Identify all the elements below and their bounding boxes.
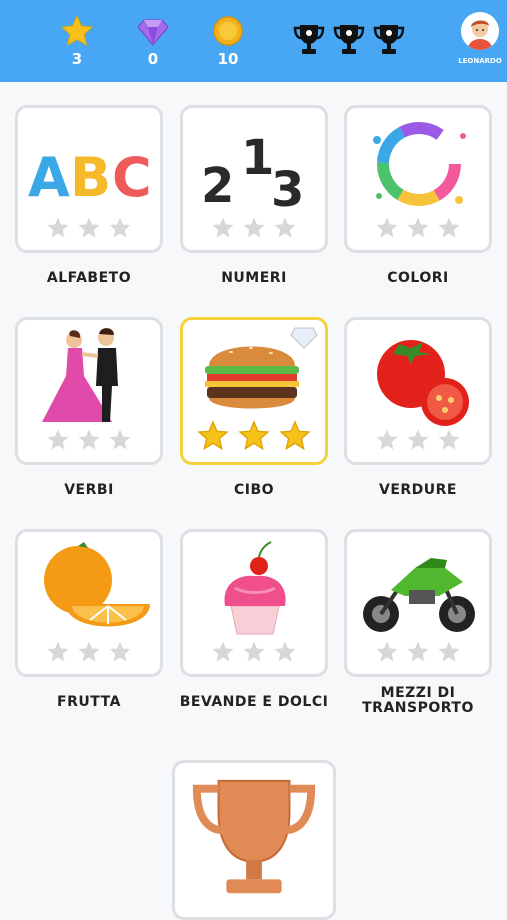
star-empty-icon [438, 641, 460, 662]
star-empty-icon [274, 641, 296, 662]
card-bevande-e-dolci[interactable] [180, 529, 328, 677]
label-numeri: NUMERI [221, 270, 287, 286]
label-verdure: VERDURE [378, 482, 457, 498]
star-filled-icon [279, 420, 311, 451]
star-filled-icon [238, 420, 270, 451]
trophy-gold-icon [293, 25, 325, 54]
card-cibo[interactable] [180, 317, 328, 465]
gem-icon [137, 19, 169, 46]
card-mezzi-di-transporto[interactable] [344, 529, 492, 677]
star-empty-icon [376, 641, 398, 662]
star-empty-icon [47, 217, 69, 238]
bronze-trophy-icon [192, 779, 316, 894]
svg-text:B: B [70, 146, 111, 209]
diamond-icon [290, 327, 318, 349]
star-rating [347, 640, 489, 668]
star-icon [60, 14, 94, 47]
star-empty-icon [109, 429, 131, 450]
star-empty-icon [376, 217, 398, 238]
star-empty-icon [243, 217, 265, 238]
star-rating [183, 420, 325, 456]
card-numeri[interactable]: 2 1 3 [180, 105, 328, 253]
star-empty-icon [243, 641, 265, 662]
motorbike-icon [363, 558, 475, 632]
orange-icon [44, 542, 150, 627]
star-rating [18, 216, 160, 244]
star-empty-icon [438, 217, 460, 238]
label-verbi: VERBI [64, 482, 114, 498]
label-alfabeto: ALFABETO [46, 270, 132, 286]
star-rating [18, 428, 160, 456]
star-empty-icon [212, 217, 234, 238]
user-avatar[interactable] [461, 12, 499, 50]
star-empty-icon [47, 641, 69, 662]
trophy-silver-icon [333, 25, 365, 54]
coin-icon [213, 16, 243, 46]
star-empty-icon [78, 217, 100, 238]
card-colori[interactable] [344, 105, 492, 253]
label-mezzi-di-transporto: MEZZI DI TRANSPORTO [362, 685, 474, 716]
star-empty-icon [274, 217, 296, 238]
star-rating [347, 216, 489, 244]
card-verbi[interactable] [15, 317, 163, 465]
numbers-icon: 2 1 3 [201, 130, 304, 218]
avatar-face-icon [461, 12, 499, 50]
star-empty-icon [109, 641, 131, 662]
star-empty-icon [407, 429, 429, 450]
card-verdure[interactable] [344, 317, 492, 465]
card-frutta[interactable] [15, 529, 163, 677]
label-bevande-e-dolci: BEVANDE E DOLCI [179, 694, 329, 710]
star-empty-icon [407, 641, 429, 662]
trophy-bronze-icon [373, 25, 405, 54]
dancing-couple-icon [42, 328, 118, 422]
coins-count: 10 [217, 50, 239, 68]
card-alfabeto[interactable]: A B C [15, 105, 163, 253]
svg-text:3: 3 [271, 162, 304, 218]
star-empty-icon [407, 217, 429, 238]
stars-counter: 3 [47, 14, 107, 68]
tomato-icon [377, 340, 469, 426]
svg-text:C: C [112, 146, 152, 209]
svg-text:2: 2 [201, 158, 234, 214]
star-rating [18, 640, 160, 668]
star-empty-icon [376, 429, 398, 450]
star-empty-icon [78, 641, 100, 662]
star-empty-icon [109, 217, 131, 238]
stars-count: 3 [71, 50, 83, 68]
star-rating [347, 428, 489, 456]
label-colori: COLORI [387, 270, 449, 286]
gems-counter: 0 [123, 14, 183, 68]
svg-text:1: 1 [241, 130, 274, 186]
abc-letters-icon: A B C [28, 146, 152, 209]
star-empty-icon [78, 429, 100, 450]
star-rating [183, 640, 325, 668]
hamburger-icon [205, 327, 318, 409]
svg-text:A: A [28, 146, 70, 209]
label-cibo: CIBO [233, 482, 275, 498]
user-name: LEONARDO [458, 57, 502, 65]
star-rating [183, 216, 325, 244]
star-empty-icon [438, 429, 460, 450]
top-bar: 3 0 10 LEONARDO [0, 0, 507, 82]
color-splash-ring-icon [373, 122, 466, 206]
gems-count: 0 [147, 50, 159, 68]
coins-counter: 10 [198, 14, 258, 68]
label-frutta: FRUTTA [57, 694, 121, 710]
trophy-card[interactable] [172, 760, 336, 920]
star-filled-icon [197, 420, 229, 451]
star-empty-icon [212, 641, 234, 662]
star-empty-icon [47, 429, 69, 450]
cupcake-icon [224, 541, 286, 635]
